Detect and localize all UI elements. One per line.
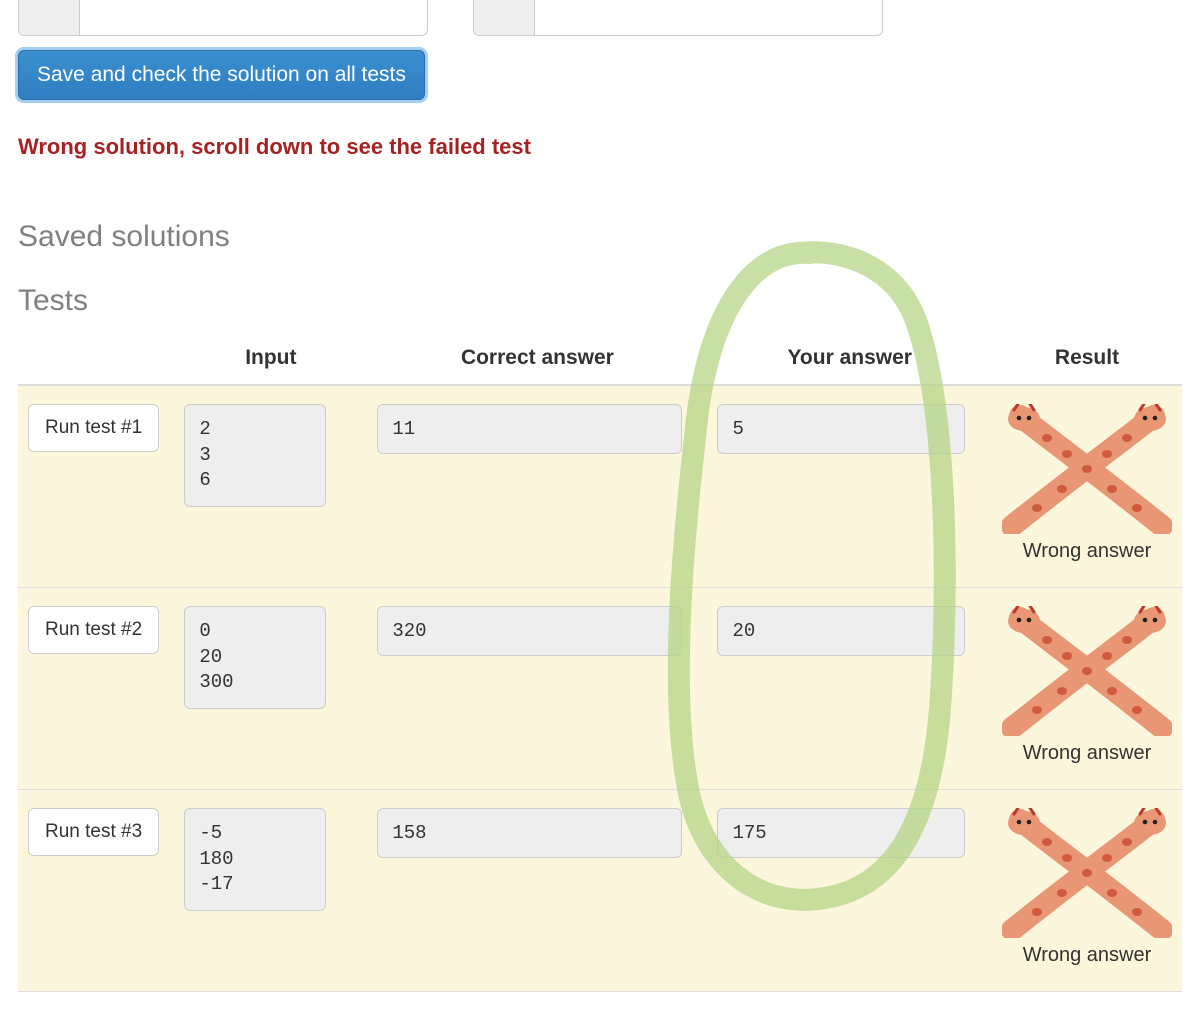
code-input-right[interactable]	[473, 0, 883, 36]
result-label: Wrong answer	[1002, 742, 1172, 765]
col-run	[18, 336, 174, 385]
code-input-left-gutter	[19, 0, 80, 35]
wrong-answer-icon	[1002, 808, 1172, 938]
correct-answer-value: 11	[377, 404, 682, 454]
correct-answer-value: 320	[377, 606, 682, 656]
table-row: Run test #2 0 20 300 320 20 Wrong answer	[18, 588, 1182, 790]
col-result: Result	[992, 336, 1182, 385]
tests-table: Input Correct answer Your answer Result …	[18, 336, 1182, 992]
correct-answer-value: 158	[377, 808, 682, 858]
input-value: 2 3 6	[184, 404, 326, 507]
col-correct: Correct answer	[367, 336, 707, 385]
your-answer-value: 20	[717, 606, 965, 656]
input-value: -5 180 -17	[184, 808, 326, 911]
save-and-check-button[interactable]: Save and check the solution on all tests	[18, 50, 425, 100]
result-label: Wrong answer	[1002, 540, 1172, 563]
result-label: Wrong answer	[1002, 944, 1172, 967]
col-your: Your answer	[707, 336, 992, 385]
input-value: 0 20 300	[184, 606, 326, 709]
code-input-right-gutter	[474, 0, 535, 35]
code-input-left[interactable]	[18, 0, 428, 36]
tests-table-header-row: Input Correct answer Your answer Result	[18, 336, 1182, 385]
wrong-answer-icon	[1002, 606, 1172, 736]
col-input: Input	[174, 336, 367, 385]
table-row: Run test #1 2 3 6 11 5 Wrong answer	[18, 385, 1182, 588]
saved-solutions-heading: Saved solutions	[18, 220, 1182, 254]
table-row: Run test #3 -5 180 -17 158 175 Wrong answer	[18, 790, 1182, 992]
code-input-row	[18, 0, 1182, 36]
error-message: Wrong solution, scroll down to see the f…	[18, 134, 1182, 160]
tests-heading: Tests	[18, 284, 1182, 318]
run-test-button[interactable]: Run test #2	[28, 606, 159, 654]
wrong-answer-icon	[1002, 404, 1172, 534]
run-test-button[interactable]: Run test #1	[28, 404, 159, 452]
your-answer-value: 175	[717, 808, 965, 858]
your-answer-value: 5	[717, 404, 965, 454]
run-test-button[interactable]: Run test #3	[28, 808, 159, 856]
